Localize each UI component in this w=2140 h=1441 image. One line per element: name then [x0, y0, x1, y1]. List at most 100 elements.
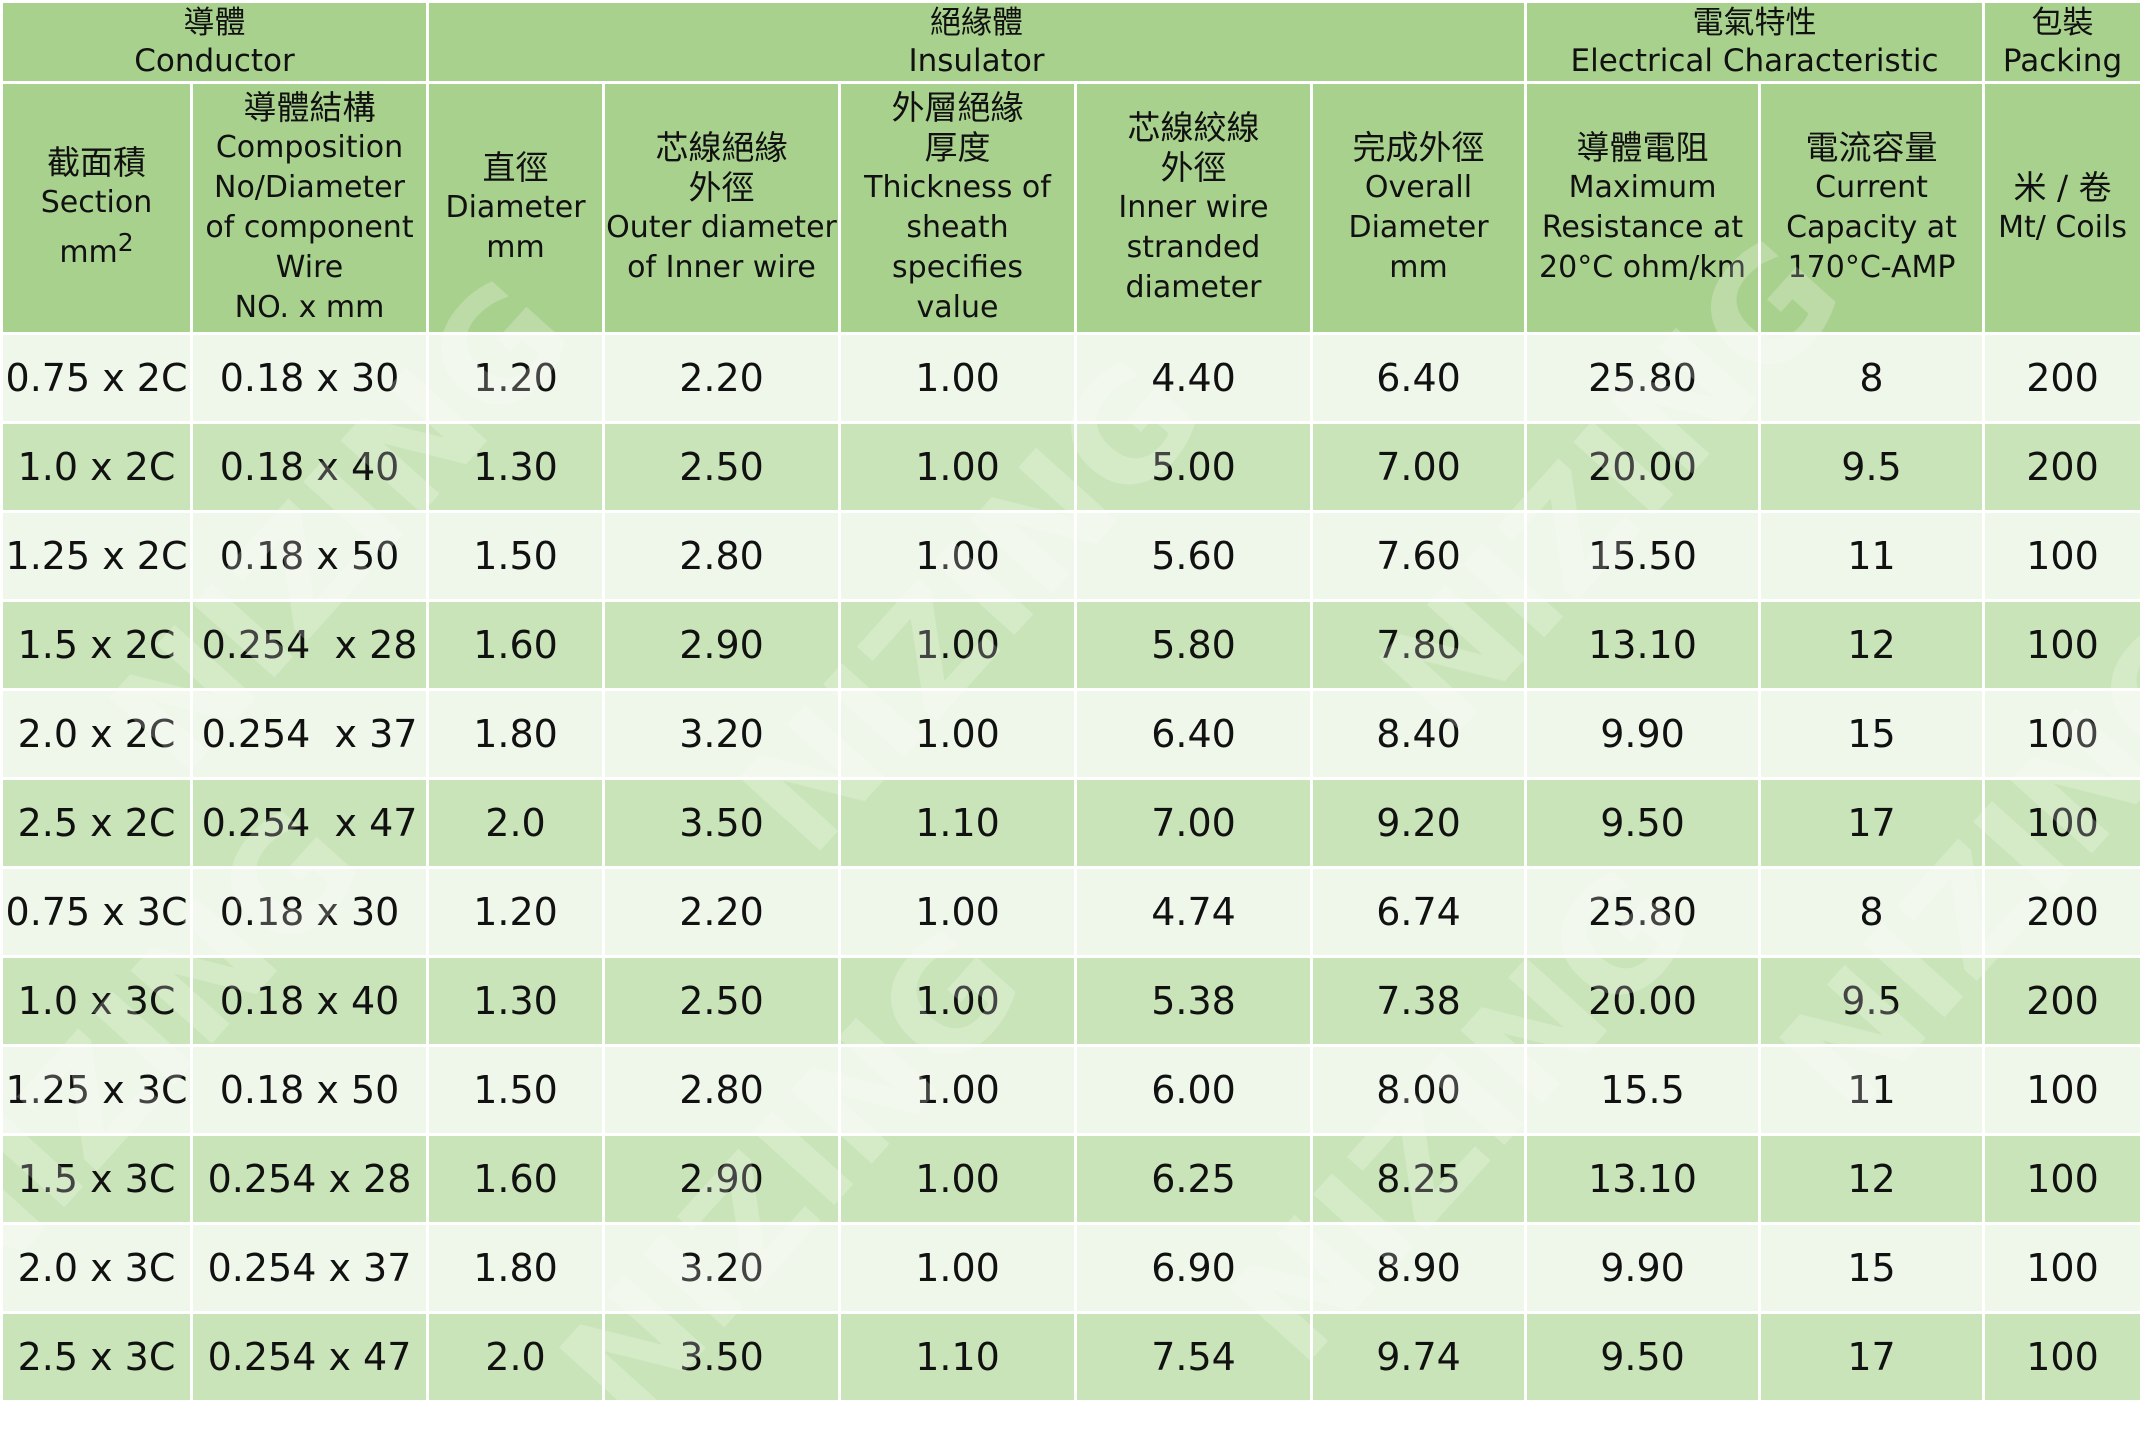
column-header-stranded-diameter: 芯線絞線 外徑 Inner wire stranded diameter — [1074, 81, 1313, 335]
cell-section: 1.0 x 2C — [0, 421, 193, 513]
cell-diameter: 2.0 — [426, 1311, 605, 1403]
cell-diameter: 1.60 — [426, 599, 605, 691]
cell-composition: 0.254 x 28 — [190, 1133, 429, 1225]
cell-section: 1.5 x 3C — [0, 1133, 193, 1225]
cell-outer-diameter: 3.20 — [602, 1222, 841, 1314]
cell-diameter: 1.80 — [426, 1222, 605, 1314]
column-en-label: Current Capacity at 170°C-AMP — [1786, 170, 1957, 285]
cell-overall-diameter: 8.40 — [1309, 688, 1528, 780]
cell-composition: 0.254 x 47 — [190, 777, 429, 869]
group-en-label: Electrical Characteristic — [1570, 43, 1939, 79]
cell-current-capacity: 12 — [1758, 1133, 1986, 1225]
cell-composition: 0.18 x 50 — [190, 1044, 429, 1136]
column-zh-label: 外層絕緣 厚度 — [891, 88, 1024, 167]
table-row: 1.5 x 3C 0.254 x 28 1.60 2.90 1.00 6.25 8.25 13… — [0, 1133, 2140, 1225]
cell-resistance: 9.90 — [1524, 1222, 1762, 1314]
cell-diameter: 1.80 — [426, 688, 605, 780]
column-en-label: Inner wire stranded diameter — [1118, 190, 1269, 305]
cell-outer-diameter: 2.20 — [602, 866, 841, 958]
cell-packing-length: 200 — [1982, 866, 2140, 958]
column-en-label: Section mm — [40, 185, 153, 270]
cell-packing-length: 200 — [1982, 421, 2140, 513]
cell-packing-length: 200 — [1982, 332, 2140, 424]
unit-superscript: 2 — [117, 228, 134, 257]
group-zh-label: 導體 — [183, 5, 246, 41]
cell-sheath-thickness: 1.10 — [838, 1311, 1077, 1403]
column-header-diameter: 直徑 Diameter mm — [426, 81, 605, 335]
cell-composition: 0.18 x 30 — [190, 866, 429, 958]
cell-overall-diameter: 6.74 — [1309, 866, 1528, 958]
cell-outer-diameter: 2.50 — [602, 421, 841, 513]
column-header-sheath-thickness: 外層絕緣 厚度 Thickness of sheath specifies val… — [838, 81, 1077, 335]
cell-sheath-thickness: 1.00 — [838, 421, 1077, 513]
cell-sheath-thickness: 1.00 — [838, 332, 1077, 424]
column-zh-label: 截面積 — [47, 143, 146, 182]
column-header-outer-diameter: 芯線絕緣 外徑 Outer diameter of Inner wire — [602, 81, 841, 335]
column-header-section: 截面積 Section mm2 — [0, 81, 193, 335]
cell-composition: 0.254 x 28 — [190, 599, 429, 691]
cell-outer-diameter: 2.20 — [602, 332, 841, 424]
cell-current-capacity: 9.5 — [1758, 421, 1986, 513]
cell-section: 0.75 x 3C — [0, 866, 193, 958]
cell-composition: 0.254 x 47 — [190, 1311, 429, 1403]
cell-outer-diameter: 2.80 — [602, 510, 841, 602]
cell-current-capacity: 8 — [1758, 866, 1986, 958]
cell-resistance: 9.50 — [1524, 777, 1762, 869]
column-en-label: Maximum Resistance at 20°C ohm/km — [1539, 170, 1746, 285]
cell-overall-diameter: 9.20 — [1309, 777, 1528, 869]
cell-resistance: 13.10 — [1524, 1133, 1762, 1225]
cell-outer-diameter: 3.20 — [602, 688, 841, 780]
group-header-row: 導體 Conductor 絕緣體 Insulator 電氣特性 Electric… — [0, 0, 2140, 84]
table-row: 1.0 x 2C 0.18 x 40 1.30 2.50 1.00 5.00 7.00 20.… — [0, 421, 2140, 513]
cell-outer-diameter: 2.90 — [602, 599, 841, 691]
cell-resistance: 9.90 — [1524, 688, 1762, 780]
cell-stranded-diameter: 7.54 — [1074, 1311, 1313, 1403]
cell-sheath-thickness: 1.00 — [838, 510, 1077, 602]
cell-diameter: 1.20 — [426, 332, 605, 424]
cell-section: 2.5 x 2C — [0, 777, 193, 869]
cell-resistance: 25.80 — [1524, 866, 1762, 958]
table-row: 1.25 x 3C 0.18 x 50 1.50 2.80 1.00 6.00 8.00 15… — [0, 1044, 2140, 1136]
column-header-resistance: 導體電阻 Maximum Resistance at 20°C ohm/km — [1524, 81, 1762, 335]
cell-diameter: 1.50 — [426, 1044, 605, 1136]
cell-diameter: 1.50 — [426, 510, 605, 602]
cell-diameter: 1.20 — [426, 866, 605, 958]
cell-composition: 0.18 x 30 — [190, 332, 429, 424]
column-en-label: Thickness of sheath specifies value — [864, 170, 1051, 325]
group-header-electrical: 電氣特性 Electrical Characteristic — [1524, 0, 1986, 84]
cell-composition: 0.18 x 50 — [190, 510, 429, 602]
column-en-label: Overall Diameter mm — [1348, 170, 1489, 285]
cell-overall-diameter: 7.00 — [1309, 421, 1528, 513]
cell-section: 1.5 x 2C — [0, 599, 193, 691]
cell-current-capacity: 12 — [1758, 599, 1986, 691]
cell-resistance: 25.80 — [1524, 332, 1762, 424]
group-zh-label: 絕緣體 — [930, 5, 1023, 41]
cell-sheath-thickness: 1.00 — [838, 955, 1077, 1047]
cell-sheath-thickness: 1.00 — [838, 1133, 1077, 1225]
cell-overall-diameter: 7.80 — [1309, 599, 1528, 691]
spec-sheet: 導體 Conductor 絕緣體 Insulator 電氣特性 Electric… — [0, 0, 2140, 1441]
column-zh-label: 完成外徑 — [1352, 128, 1485, 167]
cell-section: 2.5 x 3C — [0, 1311, 193, 1403]
cell-stranded-diameter: 6.25 — [1074, 1133, 1313, 1225]
column-zh-label: 電流容量 — [1805, 128, 1938, 167]
group-header-packing: 包裝 Packing — [1982, 0, 2140, 84]
cell-resistance: 13.10 — [1524, 599, 1762, 691]
column-en-label: Outer diameter of Inner wire — [606, 210, 837, 285]
cell-sheath-thickness: 1.10 — [838, 777, 1077, 869]
table-body: 0.75 x 2C 0.18 x 30 1.20 2.20 1.00 4.40 6.40 25… — [0, 332, 2140, 1403]
cell-stranded-diameter: 6.00 — [1074, 1044, 1313, 1136]
column-en-label: Composition No/Diameter of component Wir… — [205, 130, 414, 325]
cell-stranded-diameter: 5.00 — [1074, 421, 1313, 513]
column-en-label: Mt/ Coils — [1998, 210, 2127, 245]
cell-stranded-diameter: 7.00 — [1074, 777, 1313, 869]
cell-section: 1.25 x 3C — [0, 1044, 193, 1136]
cell-diameter: 1.30 — [426, 421, 605, 513]
cell-diameter: 1.30 — [426, 955, 605, 1047]
cell-stranded-diameter: 6.90 — [1074, 1222, 1313, 1314]
cell-sheath-thickness: 1.00 — [838, 688, 1077, 780]
cell-resistance: 15.5 — [1524, 1044, 1762, 1136]
column-zh-label: 芯線絞線 外徑 — [1127, 108, 1260, 187]
cell-composition: 0.254 x 37 — [190, 1222, 429, 1314]
group-zh-label: 電氣特性 — [1692, 5, 1817, 41]
